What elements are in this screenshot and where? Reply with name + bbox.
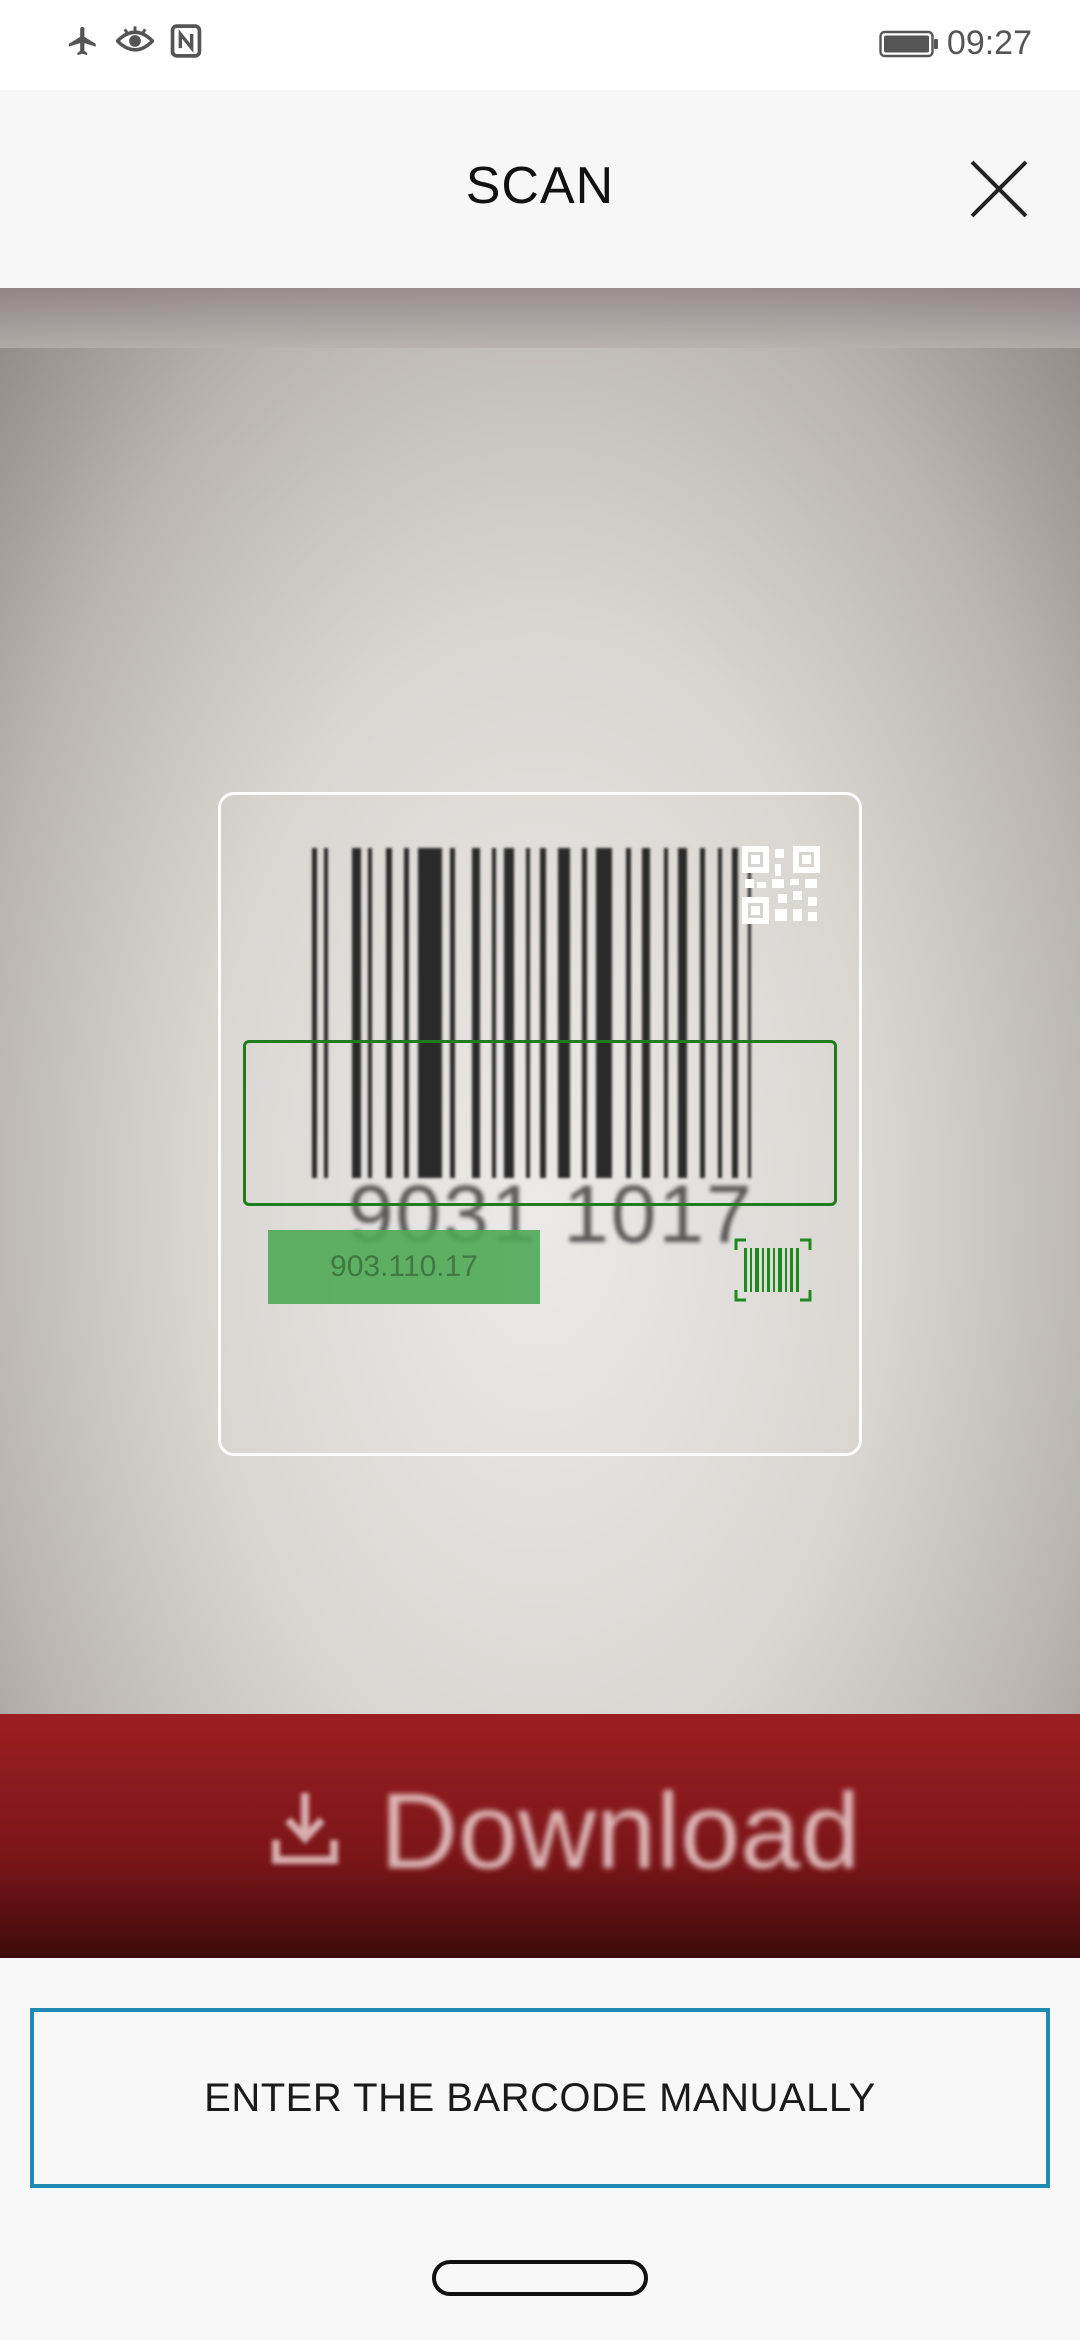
status-time: 09:27 — [946, 24, 1032, 62]
airplane-icon — [68, 26, 96, 56]
qr-mode-button[interactable] — [742, 846, 820, 929]
status-right: 09:27 — [879, 24, 1032, 63]
status-icons — [66, 24, 202, 58]
enter-barcode-manually-button[interactable]: ENTER THE BARCODE MANUALLY — [30, 2008, 1050, 2188]
close-icon — [970, 160, 1028, 218]
nfc-icon — [170, 24, 202, 58]
camera-preview: 9031 1017 Download 903.110.17 — [0, 288, 1080, 1958]
header: SCAN — [0, 90, 1080, 288]
detected-barcode-value[interactable]: 903.110.17 — [268, 1230, 540, 1304]
eye-icon — [116, 26, 154, 52]
battery-icon — [879, 30, 938, 57]
close-button[interactable] — [962, 152, 1036, 226]
background-download-text: Download — [380, 1770, 861, 1891]
camera-shadow — [0, 288, 1080, 348]
detection-box — [243, 1040, 837, 1206]
status-bar: 09:27 — [0, 0, 1080, 90]
home-indicator[interactable] — [432, 2260, 648, 2296]
barcode-mode-button[interactable] — [734, 1238, 812, 1307]
download-icon — [272, 1793, 338, 1864]
barcode-icon — [734, 1238, 812, 1302]
page-title: SCAN — [465, 157, 615, 215]
qr-code-icon — [742, 846, 820, 924]
